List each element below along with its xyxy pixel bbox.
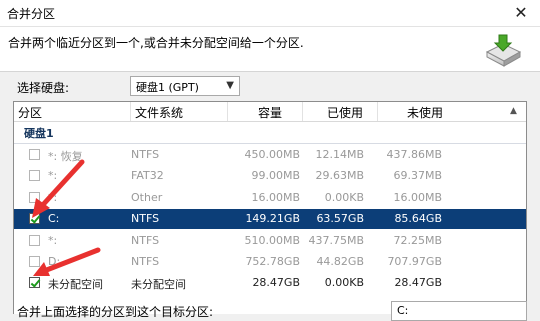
cell-partition: D: (48, 255, 61, 268)
target-label: 合并上面选择的分区到这个目标分区: (17, 305, 214, 319)
cell-filesystem: NTFS (131, 233, 160, 247)
cell-capacity: 99.00MB (251, 169, 300, 183)
column-divider (302, 102, 303, 121)
cell-partition: C: (48, 212, 60, 226)
column-divider (227, 102, 228, 121)
column-header-capacity[interactable]: 容量 (258, 104, 282, 121)
row-checkbox[interactable] (29, 234, 40, 246)
row-checkbox[interactable] (29, 170, 40, 182)
close-button[interactable]: ✕ (502, 0, 540, 26)
table-header: 分区 文件系统 容量 已使用 未使用 ▲ (14, 102, 526, 122)
partition-table: 分区 文件系统 容量 已使用 未使用 ▲ 硬盘1 *: 恢复 NTFS 450.00… (13, 101, 527, 314)
column-header-used[interactable]: 已使用 (327, 104, 363, 121)
table-row[interactable]: *: Other 16.00MB 0.00KB 16.00MB (14, 188, 526, 208)
cell-capacity: 510.00MB (244, 233, 300, 247)
row-checkbox[interactable] (29, 213, 40, 225)
merge-disk-icon (485, 34, 522, 67)
cell-partition: 未分配空间 (48, 278, 103, 292)
disk-group-header: 硬盘1 (14, 122, 526, 144)
cell-partition: *: (48, 233, 58, 247)
cell-filesystem: NTFS (131, 148, 160, 161)
header-separator (0, 71, 540, 72)
cell-filesystem: NTFS (131, 212, 160, 226)
cell-filesystem: NTFS (131, 255, 160, 268)
cell-unused: 437.86MB (386, 148, 442, 161)
table-row[interactable]: C: NTFS 149.21GB 63.57GB 85.64GB (14, 209, 526, 230)
cell-used: 63.57GB (316, 212, 364, 226)
cell-partition: *: 恢复 (48, 150, 83, 163)
disk-dropdown-value: 硬盘1 (GPT) (136, 81, 199, 94)
cell-filesystem: 未分配空间 (131, 278, 186, 292)
cell-used: 44.82GB (316, 255, 364, 268)
cell-capacity: 149.21GB (245, 212, 300, 226)
table-row[interactable]: *: FAT32 99.00MB 29.63MB 69.37MB (14, 166, 526, 186)
disk-select-label: 选择硬盘: (17, 81, 70, 95)
cell-partition: *: (48, 190, 58, 204)
title-bar: 合并分区 ✕ (0, 0, 540, 27)
cell-capacity: 28.47GB (252, 276, 300, 290)
cell-used: 437.75MB (308, 233, 364, 247)
header-description: 合并两个临近分区到一个,或合并未分配空间给一个分区. (8, 36, 304, 50)
target-partition-value: C: (397, 304, 409, 317)
cell-capacity: 16.00MB (251, 190, 300, 204)
cell-capacity: 752.78GB (245, 255, 300, 268)
cell-filesystem: Other (131, 190, 163, 204)
cell-unused: 85.64GB (394, 212, 442, 226)
table-row[interactable]: 未分配空间 未分配空间 28.47GB 0.00KB 28.47GB (14, 273, 526, 293)
cell-unused: 28.47GB (394, 276, 442, 290)
column-header-filesystem[interactable]: 文件系统 (135, 104, 183, 121)
collapse-chevron-icon[interactable]: ▲ (510, 106, 517, 116)
column-divider (377, 102, 378, 121)
cell-unused: 69.37MB (393, 169, 442, 183)
column-header-partition[interactable]: 分区 (18, 104, 42, 121)
cell-used: 29.63MB (315, 169, 364, 183)
cell-filesystem: FAT32 (131, 169, 164, 183)
target-partition-dropdown[interactable]: C: (391, 301, 527, 321)
disk-dropdown[interactable]: 硬盘1 (GPT) ▼ (130, 76, 240, 96)
table-row[interactable]: D: NTFS 752.78GB 44.82GB 707.97GB (14, 252, 526, 272)
cell-partition: *: (48, 169, 58, 183)
cell-capacity: 450.00MB (244, 148, 300, 161)
cell-used: 12.14MB (315, 148, 364, 161)
row-checkbox[interactable] (29, 277, 40, 289)
table-row[interactable]: *: NTFS 510.00MB 437.75MB 72.25MB (14, 231, 526, 251)
row-checkbox[interactable] (29, 149, 40, 160)
cell-unused: 707.97GB (387, 255, 442, 268)
table-row[interactable]: *: 恢复 NTFS 450.00MB 12.14MB 437.86MB (14, 145, 526, 165)
column-header-unused[interactable]: 未使用 (407, 104, 443, 121)
row-checkbox[interactable] (29, 191, 40, 203)
window-title: 合并分区 (7, 7, 56, 21)
cell-used: 0.00KB (324, 276, 364, 290)
chevron-down-icon: ▼ (226, 80, 234, 91)
cell-unused: 72.25MB (393, 233, 442, 247)
row-checkbox[interactable] (29, 256, 40, 267)
cell-used: 0.00KB (324, 190, 364, 204)
group-divider (14, 143, 526, 144)
cell-unused: 16.00MB (393, 190, 442, 204)
header-panel: 合并两个临近分区到一个,或合并未分配空间给一个分区. (0, 27, 540, 71)
column-divider (130, 102, 131, 121)
disk-group-label: 硬盘1 (24, 127, 54, 140)
